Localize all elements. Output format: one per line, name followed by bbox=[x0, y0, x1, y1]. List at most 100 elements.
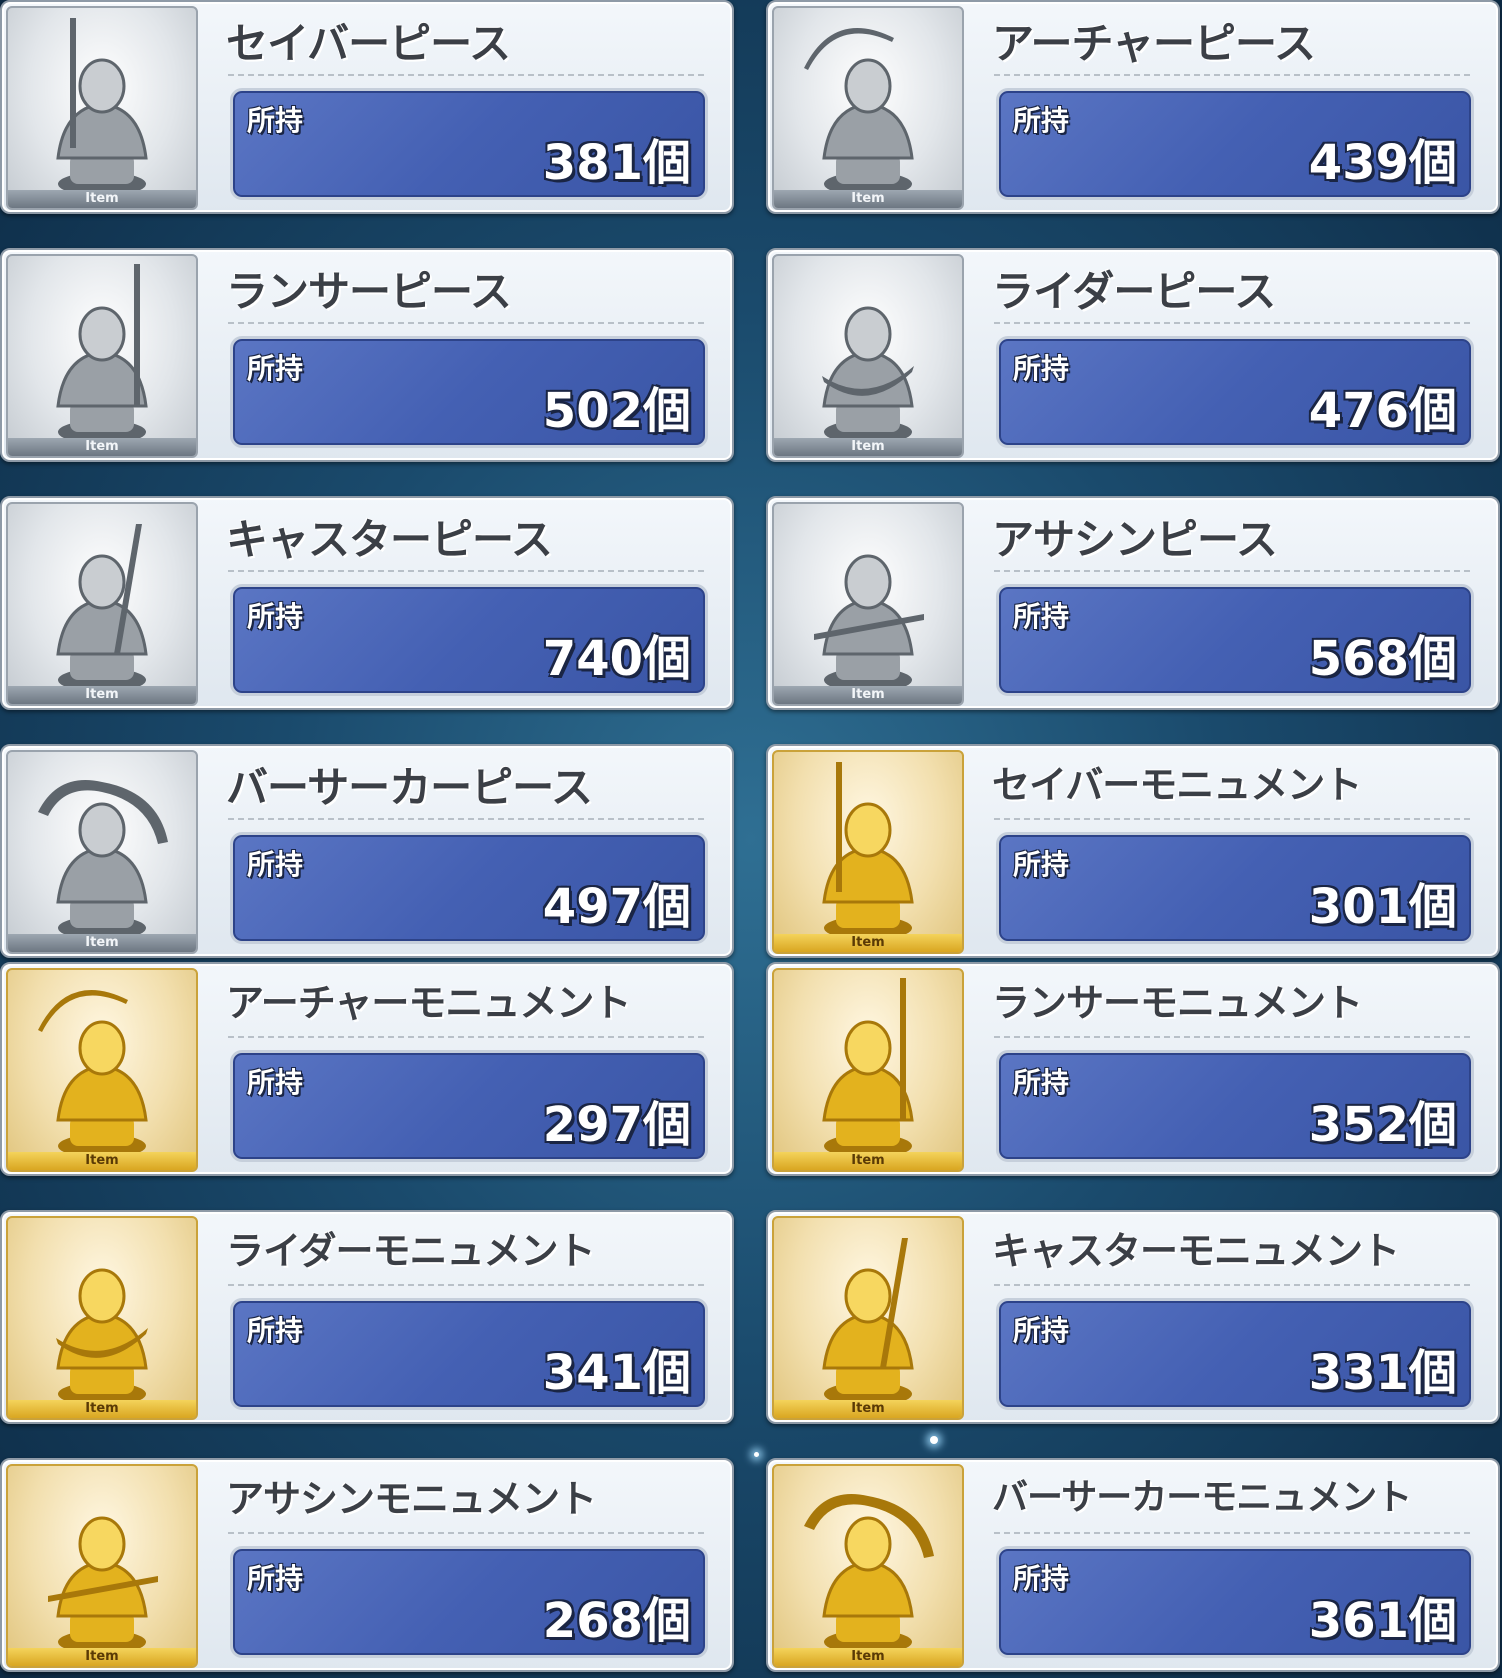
item-icon: Item bbox=[772, 750, 964, 954]
owned-label: 所持 bbox=[1013, 600, 1070, 633]
item-card-11[interactable]: Item ライダーモニュメント 所持 341個 bbox=[0, 1210, 734, 1424]
item-type-strip: Item bbox=[774, 1400, 962, 1418]
owned-count: 381個 bbox=[542, 135, 691, 191]
item-name: ランサーピース bbox=[226, 267, 512, 316]
item-name: キャスターピース bbox=[226, 515, 553, 564]
owned-panel: 所持 568個 bbox=[996, 584, 1474, 696]
owned-panel: 所持 439個 bbox=[996, 88, 1474, 200]
item-card-5[interactable]: Item キャスターピース 所持 740個 bbox=[0, 496, 734, 710]
item-type-strip: Item bbox=[774, 1152, 962, 1170]
item-type-strip: Item bbox=[8, 686, 196, 704]
divider bbox=[994, 322, 1470, 324]
item-type-strip: Item bbox=[774, 934, 962, 952]
item-icon: Item bbox=[772, 254, 964, 458]
item-card-14[interactable]: Item バーサーカーモニュメント 所持 361個 bbox=[766, 1458, 1500, 1672]
item-icon: Item bbox=[772, 1464, 964, 1668]
divider bbox=[994, 74, 1470, 76]
owned-panel: 所持 361個 bbox=[996, 1546, 1474, 1658]
item-card-2[interactable]: Item アーチャーピース 所持 439個 bbox=[766, 0, 1500, 214]
item-name: キャスターモニュメント bbox=[992, 1229, 1400, 1273]
item-card-1[interactable]: Item セイバーピース 所持 381個 bbox=[0, 0, 734, 214]
saber-statue-icon bbox=[822, 762, 914, 940]
owned-panel: 所持 352個 bbox=[996, 1050, 1474, 1162]
owned-count: 297個 bbox=[542, 1097, 691, 1153]
owned-panel: 所持 381個 bbox=[230, 88, 708, 200]
divider bbox=[994, 1532, 1470, 1534]
item-name: アーチャーピース bbox=[992, 19, 1316, 68]
owned-count: 502個 bbox=[542, 383, 691, 439]
item-card-4[interactable]: Item ライダーピース 所持 476個 bbox=[766, 248, 1500, 462]
item-card-8[interactable]: Item セイバーモニュメント 所持 301個 bbox=[766, 744, 1500, 958]
owned-label: 所持 bbox=[247, 848, 304, 881]
item-icon: Item bbox=[6, 502, 198, 706]
item-card-13[interactable]: Item アサシンモニュメント 所持 268個 bbox=[0, 1458, 734, 1672]
item-icon: Item bbox=[772, 502, 964, 706]
item-type-strip: Item bbox=[8, 438, 196, 456]
owned-count: 268個 bbox=[542, 1593, 691, 1649]
sparkle-effect bbox=[930, 1436, 938, 1444]
owned-panel: 所持 502個 bbox=[230, 336, 708, 448]
divider bbox=[994, 570, 1470, 572]
owned-label: 所持 bbox=[247, 1066, 304, 1099]
item-card-10[interactable]: Item ランサーモニュメント 所持 352個 bbox=[766, 962, 1500, 1176]
lancer-statue-icon bbox=[822, 978, 914, 1158]
item-inventory-grid: Item セイバーピース 所持 381個 Item アーチャーピース 所持 43… bbox=[0, 0, 1502, 1678]
owned-panel: 所持 497個 bbox=[230, 832, 708, 944]
owned-label: 所持 bbox=[1013, 1066, 1070, 1099]
owned-panel: 所持 301個 bbox=[996, 832, 1474, 944]
divider bbox=[994, 1036, 1470, 1038]
item-type-strip: Item bbox=[8, 1400, 196, 1418]
owned-count: 352個 bbox=[1308, 1097, 1457, 1153]
item-card-3[interactable]: Item ランサーピース 所持 502個 bbox=[0, 248, 734, 462]
item-name: アサシンピース bbox=[992, 515, 1278, 564]
divider bbox=[228, 1532, 704, 1534]
item-icon: Item bbox=[6, 968, 198, 1172]
owned-count: 497個 bbox=[542, 879, 691, 935]
item-icon: Item bbox=[6, 750, 198, 954]
lancer-statue-icon bbox=[56, 264, 148, 444]
rider-statue-icon bbox=[56, 1268, 148, 1406]
item-name: バーサーカーモニュメント bbox=[992, 1477, 1412, 1518]
owned-count: 331個 bbox=[1308, 1345, 1457, 1401]
item-icon: Item bbox=[6, 1464, 198, 1668]
owned-count: 361個 bbox=[1308, 1593, 1457, 1649]
item-card-7[interactable]: Item バーサーカーピース 所持 497個 bbox=[0, 744, 734, 958]
caster-statue-icon bbox=[56, 524, 148, 692]
archer-statue-icon bbox=[804, 28, 914, 196]
assassin-statue-icon bbox=[48, 1516, 158, 1654]
owned-panel: 所持 341個 bbox=[230, 1298, 708, 1410]
owned-label: 所持 bbox=[1013, 352, 1070, 385]
owned-label: 所持 bbox=[1013, 1314, 1070, 1347]
owned-panel: 所持 740個 bbox=[230, 584, 708, 696]
item-icon: Item bbox=[6, 6, 198, 210]
owned-label: 所持 bbox=[1013, 848, 1070, 881]
item-card-6[interactable]: Item アサシンピース 所持 568個 bbox=[766, 496, 1500, 710]
item-name: ランサーモニュメント bbox=[992, 981, 1363, 1025]
owned-panel: 所持 297個 bbox=[230, 1050, 708, 1162]
item-card-9[interactable]: Item アーチャーモニュメント 所持 297個 bbox=[0, 962, 734, 1176]
berserker-statue-icon bbox=[38, 780, 168, 940]
owned-label: 所持 bbox=[247, 352, 304, 385]
owned-panel: 所持 268個 bbox=[230, 1546, 708, 1658]
divider bbox=[228, 570, 704, 572]
item-name: ライダーモニュメント bbox=[226, 1229, 595, 1273]
archer-statue-icon bbox=[38, 990, 148, 1158]
item-type-strip: Item bbox=[774, 1648, 962, 1666]
sparkle-effect bbox=[754, 1452, 759, 1457]
caster-statue-icon bbox=[822, 1238, 914, 1406]
item-name: セイバーピース bbox=[226, 19, 511, 68]
owned-count: 341個 bbox=[542, 1345, 691, 1401]
item-name: ライダーピース bbox=[992, 267, 1276, 316]
item-type-strip: Item bbox=[8, 190, 196, 208]
item-icon: Item bbox=[6, 1216, 198, 1420]
item-name: アーチャーモニュメント bbox=[226, 981, 631, 1025]
item-card-12[interactable]: Item キャスターモニュメント 所持 331個 bbox=[766, 1210, 1500, 1424]
item-icon: Item bbox=[772, 968, 964, 1172]
item-type-strip: Item bbox=[774, 686, 962, 704]
item-name: アサシンモニュメント bbox=[226, 1477, 597, 1521]
owned-label: 所持 bbox=[1013, 104, 1070, 137]
owned-count: 476個 bbox=[1308, 383, 1457, 439]
owned-label: 所持 bbox=[247, 1314, 304, 1347]
owned-panel: 所持 476個 bbox=[996, 336, 1474, 448]
item-icon: Item bbox=[772, 6, 964, 210]
